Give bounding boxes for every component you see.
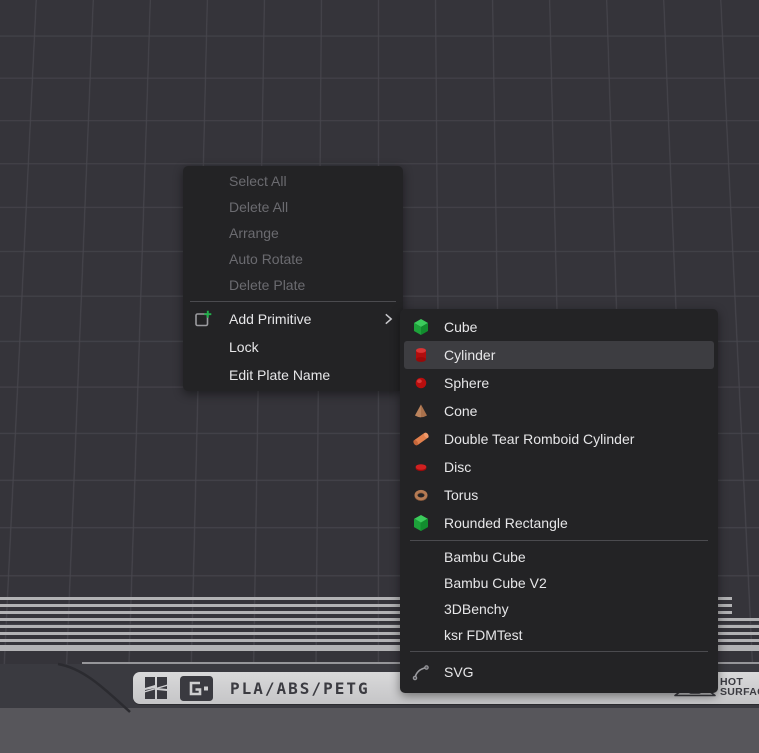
- rounded-rectangle-icon: [412, 514, 430, 532]
- no-icon-placeholder: [412, 600, 430, 618]
- hot-surface-text: HOT SURFACE: [720, 678, 759, 697]
- no-icon-placeholder: [412, 626, 430, 644]
- menu-item-add-primitive[interactable]: Add Primitive: [183, 305, 403, 333]
- submenu-item-cube[interactable]: Cube: [404, 313, 714, 341]
- submenu-separator: [410, 651, 708, 652]
- submenu-item-double-tear-romboid-cylinder[interactable]: Double Tear Romboid Cylinder: [404, 425, 714, 453]
- torus-icon: [412, 486, 430, 504]
- submenu-item-ksr-fdmtest[interactable]: ksr FDMTest: [404, 622, 714, 648]
- cube-icon: [412, 318, 430, 336]
- submenu-item-sphere[interactable]: Sphere: [404, 369, 714, 397]
- menu-item-select-all[interactable]: Select All: [183, 168, 403, 194]
- add-primitive-submenu: Cube Cylinder Sphere Cone: [400, 309, 718, 693]
- cylinder-icon: [412, 346, 430, 364]
- add-primitive-icon: [194, 310, 213, 329]
- submenu-item-cylinder[interactable]: Cylinder: [404, 341, 714, 369]
- bambu-logo-icon: [143, 675, 169, 701]
- chevron-right-icon: [384, 313, 393, 326]
- menu-item-edit-plate-name[interactable]: Edit Plate Name: [183, 361, 403, 389]
- menu-item-auto-rotate[interactable]: Auto Rotate: [183, 246, 403, 272]
- menu-item-arrange[interactable]: Arrange: [183, 220, 403, 246]
- submenu-item-disc[interactable]: Disc: [404, 453, 714, 481]
- submenu-item-torus[interactable]: Torus: [404, 481, 714, 509]
- plate-material-label: PLA/ABS/PETG: [230, 679, 370, 698]
- menu-item-delete-plate[interactable]: Delete Plate: [183, 272, 403, 298]
- submenu-item-cone[interactable]: Cone: [404, 397, 714, 425]
- plate-context-menu: Select All Delete All Arrange Auto Rotat…: [183, 166, 403, 391]
- submenu-item-bambu-cube-v2[interactable]: Bambu Cube V2: [404, 570, 714, 596]
- cone-icon: [412, 402, 430, 420]
- svg-curve-icon: [412, 663, 430, 681]
- submenu-item-3dbenchy[interactable]: 3DBenchy: [404, 596, 714, 622]
- submenu-item-svg[interactable]: SVG: [404, 655, 714, 689]
- disc-icon: [412, 458, 430, 476]
- no-icon-placeholder: [412, 574, 430, 592]
- menu-separator: [190, 301, 396, 302]
- submenu-item-bambu-cube[interactable]: Bambu Cube: [404, 544, 714, 570]
- submenu-item-rounded-rectangle[interactable]: Rounded Rectangle: [404, 509, 714, 537]
- sphere-icon: [412, 374, 430, 392]
- submenu-separator: [410, 540, 708, 541]
- no-icon-placeholder: [412, 548, 430, 566]
- menu-item-lock[interactable]: Lock: [183, 333, 403, 361]
- menu-item-delete-all[interactable]: Delete All: [183, 194, 403, 220]
- double-tear-romboid-cylinder-icon: [412, 430, 430, 448]
- a1-badge-icon: [179, 675, 214, 702]
